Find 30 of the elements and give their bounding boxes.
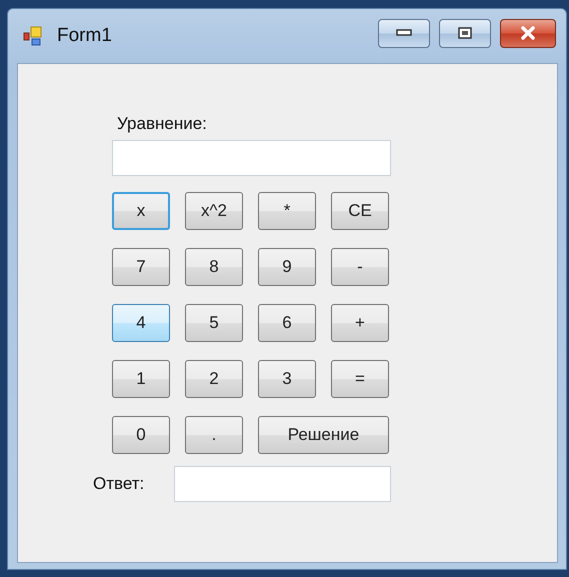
maximize-icon [458, 27, 472, 39]
keypad-button[interactable]: = [331, 360, 389, 398]
keypad-button[interactable]: x [112, 192, 170, 230]
keypad-button[interactable]: * [258, 192, 316, 230]
keypad-button[interactable]: Решение [258, 416, 389, 454]
keypad-button[interactable]: 6 [258, 304, 316, 342]
keypad-button[interactable]: 7 [112, 248, 170, 286]
close-button[interactable] [500, 18, 556, 48]
keypad-button[interactable]: 4 [112, 304, 170, 342]
equation-label: Уравнение: [117, 114, 208, 134]
keypad-button[interactable]: - [331, 248, 389, 286]
close-icon [520, 26, 536, 40]
minimize-icon [396, 29, 412, 37]
keypad-button[interactable]: x^2 [185, 192, 243, 230]
equation-field[interactable] [112, 140, 391, 176]
window-title: Form1 [57, 25, 112, 47]
keypad-button[interactable]: 3 [258, 360, 316, 398]
keypad-button[interactable]: 0 [112, 416, 170, 454]
maximize-button[interactable] [439, 18, 491, 48]
answer-field[interactable] [174, 466, 391, 502]
keypad-button[interactable]: 9 [258, 248, 316, 286]
keypad-button[interactable]: + [331, 304, 389, 342]
answer-label: Ответ: [93, 474, 146, 494]
keypad-button[interactable]: 8 [185, 248, 243, 286]
keypad-button[interactable]: 5 [185, 304, 243, 342]
keypad-button[interactable]: . [185, 416, 243, 454]
keypad-button[interactable]: 1 [112, 360, 170, 398]
keypad-button[interactable]: CE [331, 192, 389, 230]
keypad-button[interactable]: 2 [185, 360, 243, 398]
minimize-button[interactable] [378, 18, 430, 48]
